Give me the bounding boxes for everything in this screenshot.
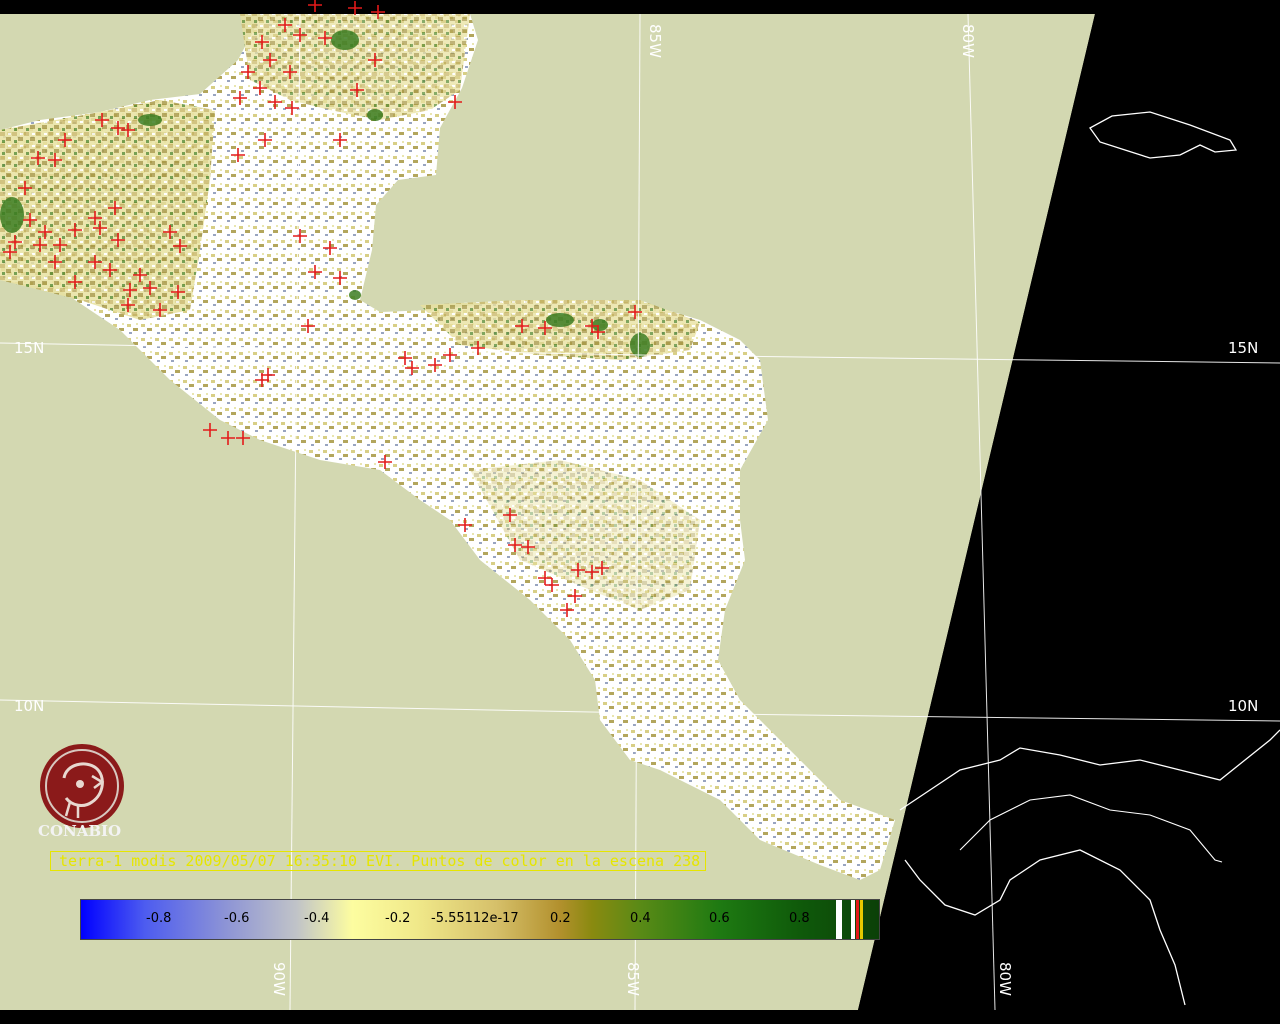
lat-label-15n-left: 15N <box>14 339 45 357</box>
scene-caption: terra-1 modis 2009/05/07 16:35:10 EVI. P… <box>50 851 706 871</box>
colorbar-tick-9: 0.8 <box>789 911 810 926</box>
colorbar-swatch-white-2 <box>851 900 855 939</box>
lon-label-80w-bottom: 80W <box>996 962 1014 996</box>
lat-label-10n-left: 10N <box>14 697 45 715</box>
colorbar-tick-1: -0.8 <box>146 911 172 926</box>
colorbar-swatch-yellow <box>860 900 863 939</box>
lat-label-15n-right: 15N <box>1228 339 1259 357</box>
colorbar-tick-5: -5.55112e-17 <box>431 911 519 926</box>
evi-colorbar: -0.8 -0.6 -0.4 -0.2 -5.55112e-17 0.2 0.4… <box>80 899 880 940</box>
colorbar-swatch-red <box>856 900 859 939</box>
colorbar-tick-7: 0.4 <box>630 911 651 926</box>
logo-name: CONABIO <box>38 822 122 840</box>
lon-label-80w-top: 80W <box>959 24 977 58</box>
map-viewer: { "grid": { "lat_labels": ["15N", "10N"]… <box>0 0 1280 1024</box>
colorbar-tick-3: -0.4 <box>304 911 330 926</box>
colorbar-tick-2: -0.6 <box>224 911 250 926</box>
lon-label-85w-top: 85W <box>646 24 664 58</box>
colorbar-swatch-white <box>836 900 842 939</box>
veg-zone-west <box>0 100 215 320</box>
lon-label-90w-bottom: 90W <box>270 962 288 996</box>
lat-label-10n-right: 10N <box>1228 697 1259 715</box>
colorbar-tick-4: -0.2 <box>385 911 411 926</box>
lon-label-85w-bottom: 85W <box>624 962 642 996</box>
colorbar-tick-8: 0.6 <box>709 911 730 926</box>
colorbar-tick-6: 0.2 <box>550 911 571 926</box>
